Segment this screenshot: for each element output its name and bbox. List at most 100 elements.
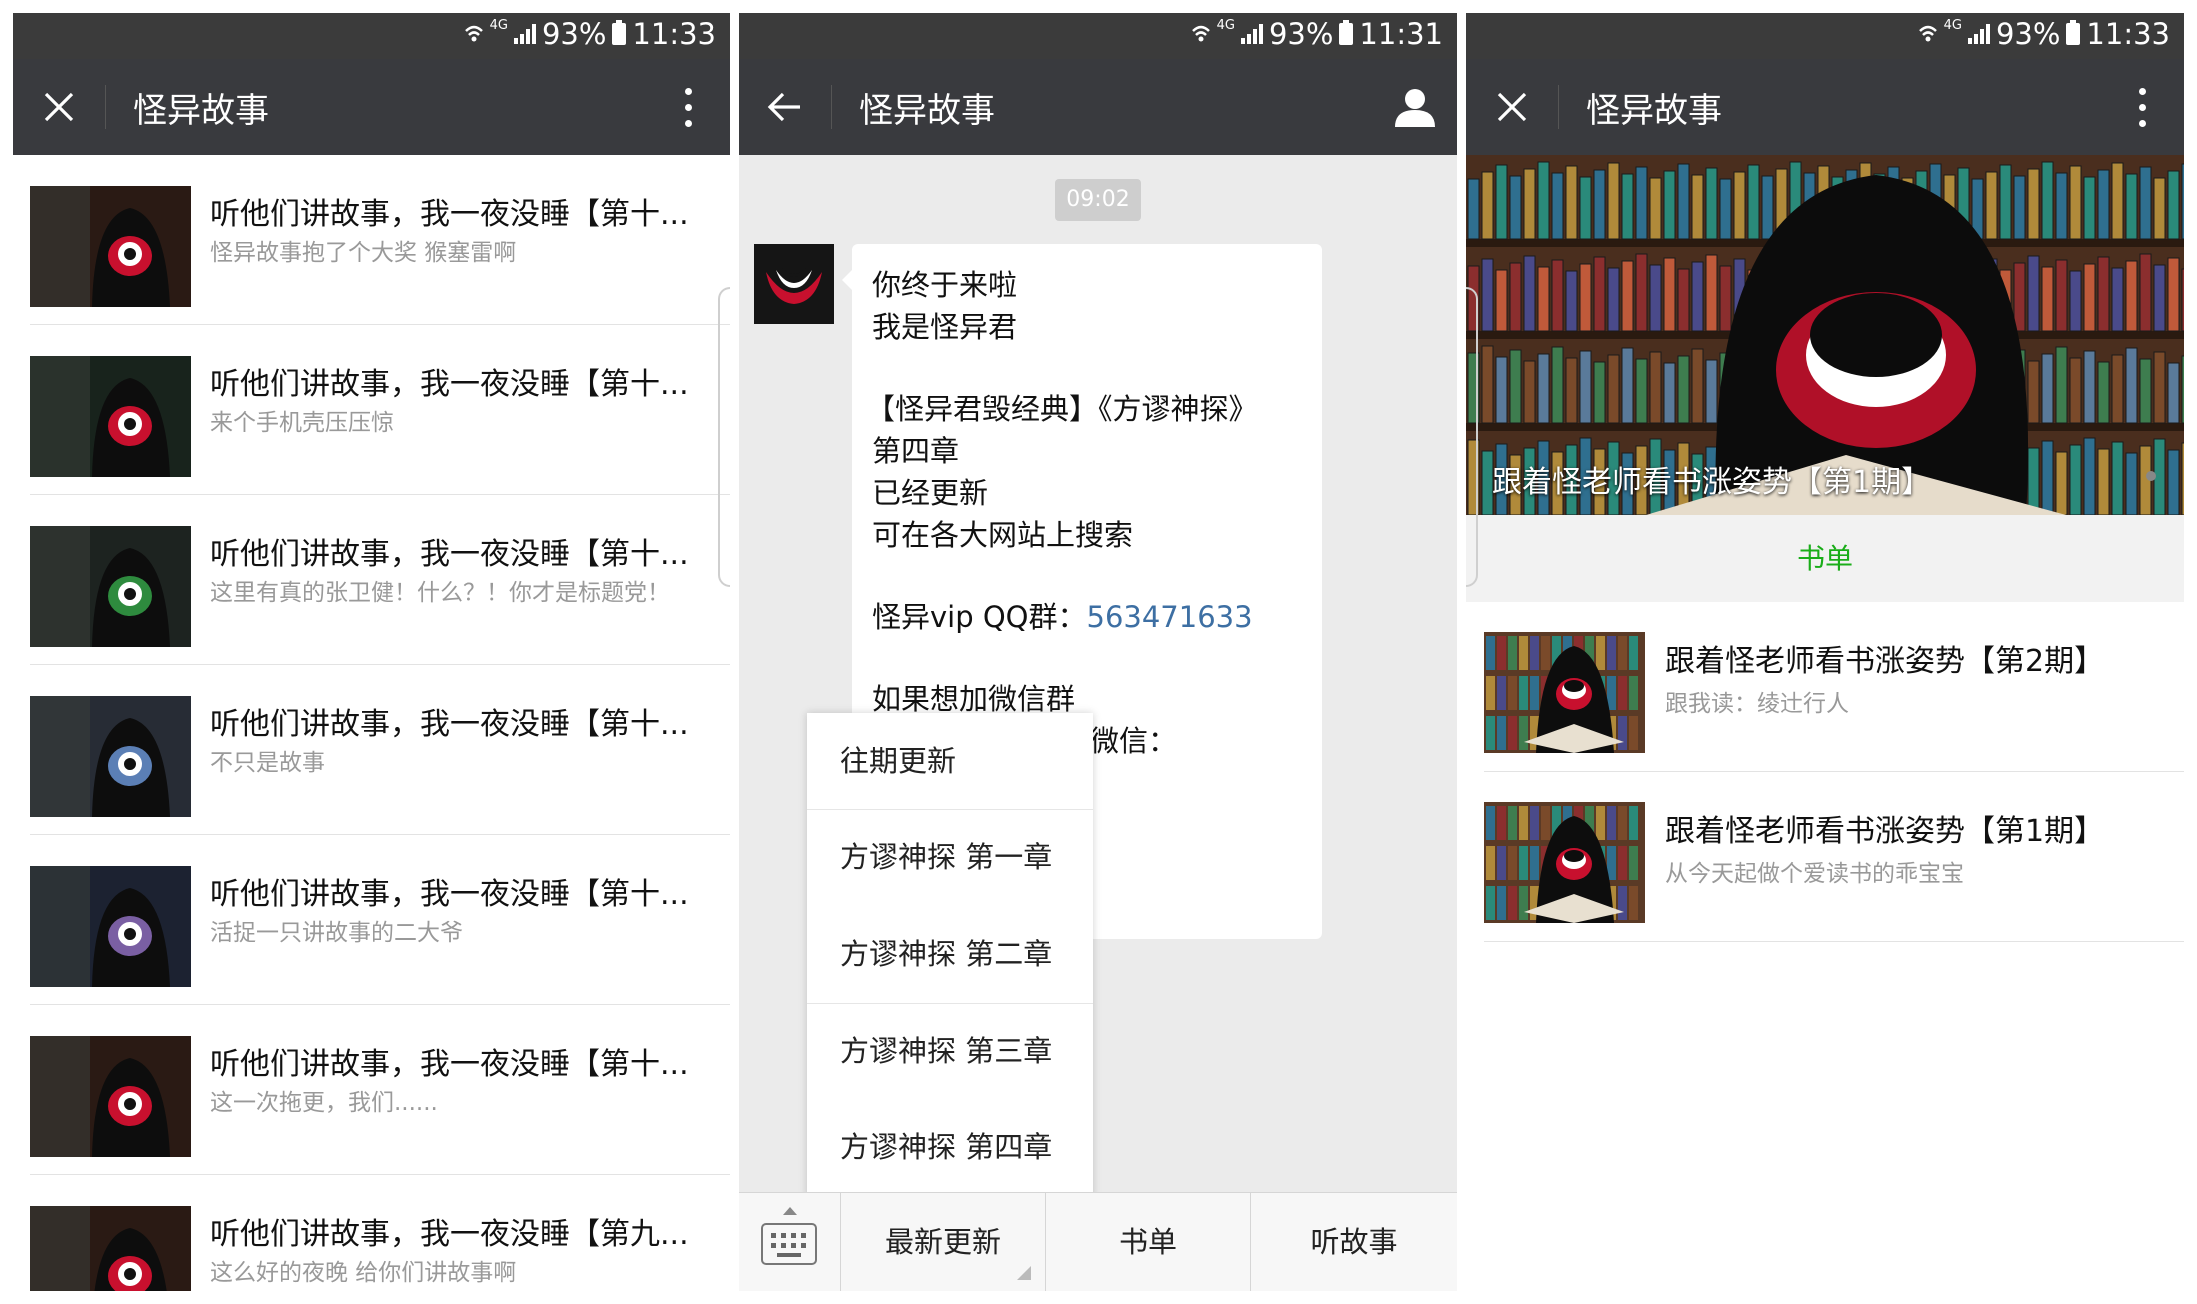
- wifi-icon: [1191, 25, 1210, 42]
- panel-booklist: 4G 93% 11:33 怪异故事 跟着怪老师看书涨姿势【第1期】 书单 跟着怪…: [1466, 13, 2184, 1291]
- list-item[interactable]: 听他们讲故事，我一夜没睡【第十... 活捉一只讲故事的二大爷: [13, 835, 730, 1005]
- tab-booklist[interactable]: 书单: [1466, 515, 2184, 602]
- status-bar: 4G 93% 11:33: [13, 13, 730, 59]
- article-summary: 来个手机壳压压惊: [210, 410, 394, 436]
- qq-group-number[interactable]: 563471633: [1087, 600, 1253, 634]
- scroll-edge: [1466, 287, 1478, 587]
- popup-item-chapter-3[interactable]: 方谬神探 第三章: [807, 1003, 1093, 1099]
- battery-icon: [1339, 20, 1354, 45]
- network-type: 4G: [1943, 17, 1962, 33]
- battery-percent: 93%: [541, 17, 607, 51]
- article-summary: 从今天起做个爱读书的乖宝宝: [1665, 861, 1964, 887]
- article-title: 听他们讲故事，我一夜没睡【第十...: [210, 877, 689, 912]
- article-title: 听他们讲故事，我一夜没睡【第十...: [210, 1047, 689, 1082]
- page-title: 怪异故事: [859, 91, 995, 131]
- avatar[interactable]: [754, 244, 834, 324]
- menu-label: 最新更新: [884, 1225, 1001, 1259]
- title-divider: [105, 85, 106, 129]
- list-item[interactable]: 听他们讲故事，我一夜没睡【第十... 这里有真的张卫健！什么？！你才是标题党！: [13, 495, 730, 665]
- message-line: 你终于来啦: [872, 268, 1018, 302]
- profile-button[interactable]: [1387, 79, 1443, 135]
- clock: 11:33: [632, 17, 716, 51]
- message-line: 怪异vip QQ群：563471633: [872, 594, 1253, 636]
- popup-item-chapter-4[interactable]: 方谬神探 第四章: [807, 1099, 1093, 1195]
- list-item[interactable]: 跟着怪老师看书涨姿势【第2期】 跟我读：绫辻行人: [1466, 602, 2184, 772]
- guaiyi-logo-icon: [754, 244, 834, 324]
- close-icon: [44, 92, 74, 122]
- menu-label: 听故事: [1310, 1225, 1398, 1259]
- person-icon: [1395, 89, 1435, 127]
- battery-icon: [2066, 20, 2081, 45]
- title-bar: 怪异故事: [739, 59, 1457, 155]
- panel-article-list: 4G 93% 11:33 怪异故事 听他们讲故事，我一夜没睡【第十... 怪异故事…: [13, 13, 730, 1291]
- close-icon: [1497, 92, 1527, 122]
- close-button[interactable]: [31, 79, 87, 135]
- article-thumbnail: [30, 526, 191, 647]
- article-thumbnail: [30, 186, 191, 307]
- keyboard-icon: [761, 1223, 817, 1265]
- banner-carousel[interactable]: 跟着怪老师看书涨姿势【第1期】: [1466, 155, 2184, 515]
- battery-icon: [612, 20, 627, 45]
- message-line: 我是怪异君: [872, 310, 1018, 344]
- status-bar: 4G 93% 11:33: [1466, 13, 2184, 59]
- article-title: 听他们讲故事，我一夜没睡【第十...: [210, 197, 689, 232]
- wifi-icon: [1918, 25, 1937, 42]
- list-item[interactable]: 听他们讲故事，我一夜没睡【第十... 不只是故事: [13, 665, 730, 835]
- message-line: 可在各大网站上搜索: [872, 518, 1134, 552]
- custom-menu-bar: 最新更新 书单 听故事: [739, 1192, 1457, 1291]
- message-line: 如果想加微信群: [872, 682, 1076, 716]
- carousel-indicator: [2146, 471, 2156, 481]
- article-thumbnail: [1484, 632, 1645, 753]
- menu-popup: 往期更新 方谬神探 第一章 方谬神探 第二章 方谬神探 第三章 方谬神探 第四章: [807, 713, 1093, 1198]
- page-title: 怪异故事: [133, 91, 269, 131]
- message-line: 【怪异君毁经典】《方谬神探》: [866, 392, 1258, 426]
- article-summary: 不只是故事: [210, 750, 325, 776]
- banner-caption: 跟着怪老师看书涨姿势【第1期】: [1492, 465, 1932, 500]
- panel-gap: [730, 13, 739, 1291]
- list-item[interactable]: 听他们讲故事，我一夜没睡【第十... 这一次拖更，我们......: [13, 1005, 730, 1175]
- qq-group-label: 怪异vip QQ群：: [872, 600, 1087, 634]
- article-title: 跟着怪老师看书涨姿势【第2期】: [1665, 644, 2105, 679]
- article-title: 听他们讲故事，我一夜没睡【第九...: [210, 1217, 689, 1252]
- battery-percent: 93%: [1995, 17, 2061, 51]
- list-item[interactable]: 听他们讲故事，我一夜没睡【第九... 这么好的夜晚 给你们讲故事啊: [13, 1175, 730, 1291]
- panel-gap: [1457, 13, 1466, 1291]
- menu-latest-updates[interactable]: 最新更新: [841, 1193, 1046, 1291]
- popup-item-chapter-1[interactable]: 方谬神探 第一章: [807, 809, 1093, 905]
- close-button[interactable]: [1484, 79, 1540, 135]
- article-summary: 这一次拖更，我们......: [210, 1090, 438, 1116]
- list-item[interactable]: 听他们讲故事，我一夜没睡【第十... 怪异故事抱了个大奖 猴塞雷啊: [13, 155, 730, 325]
- time-badge: 09:02: [1055, 179, 1141, 221]
- scroll-edge: [718, 287, 730, 587]
- panel-chat: 4G 93% 11:31 怪异故事 09:02 你终于来啦 我是怪异君 【怪异君…: [739, 13, 1457, 1291]
- page-title: 怪异故事: [1586, 91, 1722, 131]
- back-button[interactable]: [757, 79, 813, 135]
- title-bar: 怪异故事: [13, 59, 730, 155]
- article-thumbnail: [30, 1206, 191, 1291]
- signal-icon: [1240, 24, 1263, 44]
- list-item[interactable]: 跟着怪老师看书涨姿势【第1期】从今天起做个爱读书的乖宝宝: [1466, 772, 2184, 942]
- signal-icon: [1967, 24, 1990, 44]
- signal-icon: [513, 24, 536, 44]
- article-title: 听他们讲故事，我一夜没睡【第十...: [210, 707, 689, 742]
- keyboard-toggle-button[interactable]: [739, 1193, 841, 1291]
- more-button[interactable]: [660, 79, 716, 135]
- menu-booklist[interactable]: 书单: [1046, 1193, 1251, 1291]
- list-item[interactable]: 听他们讲故事，我一夜没睡【第十... 来个手机壳压压惊: [13, 325, 730, 495]
- article-thumbnail: [30, 356, 191, 477]
- popup-item-chapter-2[interactable]: 方谬神探 第二章: [807, 906, 1093, 1002]
- title-bar: 怪异故事: [1466, 59, 2184, 155]
- popup-item-past-updates[interactable]: 往期更新: [807, 713, 1093, 809]
- article-thumbnail: [30, 866, 191, 987]
- article-list: 听他们讲故事，我一夜没睡【第十... 怪异故事抱了个大奖 猴塞雷啊 听他们讲故事，我…: [13, 155, 730, 1291]
- article-title: 跟着怪老师看书涨姿势【第1期】: [1665, 814, 2105, 849]
- message-line: 第四章: [872, 434, 960, 468]
- network-type: 4G: [1216, 17, 1235, 33]
- more-button[interactable]: [2114, 79, 2170, 135]
- article-summary: 怪异故事抱了个大奖 猴塞雷啊: [210, 240, 517, 266]
- more-vertical-icon: [684, 87, 692, 127]
- arrow-left-icon: [767, 92, 800, 122]
- submenu-indicator-icon: [1017, 1266, 1031, 1280]
- menu-listen-story[interactable]: 听故事: [1251, 1193, 1457, 1291]
- article-title: 听他们讲故事，我一夜没睡【第十...: [210, 537, 689, 572]
